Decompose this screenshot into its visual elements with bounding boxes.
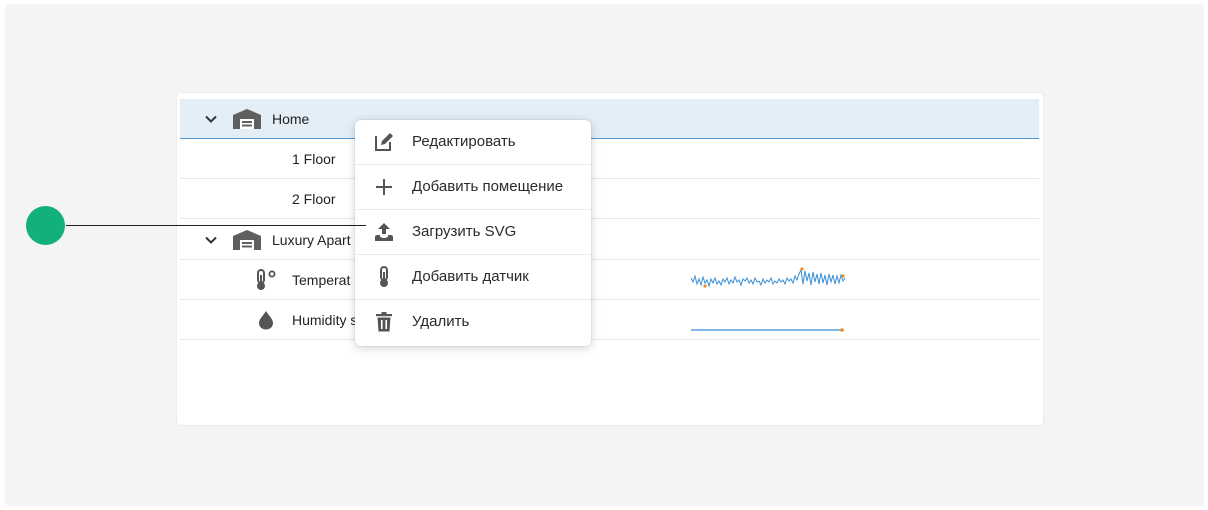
temperature-sparkline [691,267,846,288]
menu-item-delete[interactable]: Удалить [355,300,591,345]
tree-row-floor-2[interactable]: 2 Floor [180,179,1039,219]
menu-item-label: Добавить датчик [412,268,529,285]
plus-icon [376,179,392,195]
tree-row-floor-1[interactable]: 1 Floor [180,139,1039,179]
trash-icon [376,312,392,332]
tree-row-label: 1 Floor [292,151,336,167]
menu-item-add-sensor[interactable]: Добавить датчик [355,255,591,300]
building-icon [233,230,261,250]
menu-item-label: Добавить помещение [412,178,564,195]
menu-item-label: Загрузить SVG [412,223,517,240]
tree-row-humidity-sensor[interactable]: Humidity s [180,300,1039,340]
upload-icon [375,223,393,241]
menu-item-edit[interactable]: Редактировать [355,120,591,165]
canvas-background: Home 1 Floor 2 Floor Luxury Apart Temper… [5,4,1204,506]
tree-row-label: Humidity s [292,312,358,328]
menu-item-upload-svg[interactable]: Загрузить SVG [355,210,591,255]
context-menu: Редактировать Добавить помещение Загрузи… [355,120,591,346]
menu-item-add-room[interactable]: Добавить помещение [355,165,591,210]
humidity-sparkline [691,328,844,332]
tree-row-luxury-apartment[interactable]: Luxury Apart [180,220,1039,260]
water-drop-icon [259,311,273,330]
edit-icon [375,133,393,151]
tree-row-label: Temperat [292,272,351,288]
callout-marker [26,206,65,245]
menu-item-label: Удалить [412,313,470,330]
callout-line [66,225,366,226]
tree-row-home[interactable]: Home [180,99,1039,139]
chevron-down-icon[interactable] [204,112,218,126]
thermometer-icon [257,269,276,290]
thermometer-icon [380,266,388,287]
tree-row-label: Home [272,111,310,127]
tree-row-label: Luxury Apart [272,232,351,248]
object-tree-panel: Home 1 Floor 2 Floor Luxury Apart Temper… [177,93,1043,425]
chevron-down-icon[interactable] [204,233,218,247]
menu-item-label: Редактировать [412,133,516,150]
building-icon [233,109,261,129]
tree-row-label: 2 Floor [292,191,336,207]
tree-row-temperature-sensor[interactable]: Temperat [180,260,1039,300]
